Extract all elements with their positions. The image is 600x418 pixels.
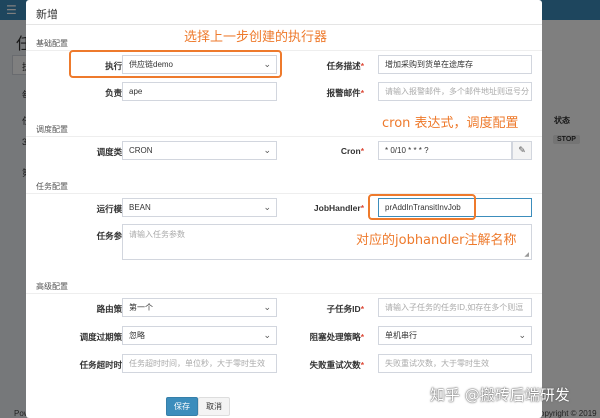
cron-label: Cron*	[340, 146, 364, 156]
section-advanced: 高级配置	[36, 282, 68, 291]
chevron-down-icon: ⌄	[518, 330, 526, 340]
jobhandler-highlight	[368, 194, 476, 220]
chevron-down-icon: ⌄	[263, 145, 271, 155]
fail-retry-input[interactable]: 失败重试次数，大于零时生效	[378, 354, 532, 373]
alarm-email-input[interactable]: 请输入报警邮件，多个邮件地址则逗号分	[378, 82, 532, 101]
save-button[interactable]: 保存	[166, 397, 198, 416]
schedule-type-select[interactable]: CRON ⌄	[122, 141, 277, 160]
chevron-down-icon: ⌄	[263, 202, 271, 212]
cron-annotation: cron 表达式，调度配置	[382, 116, 519, 131]
executor-highlight	[69, 50, 282, 78]
resize-handle-icon[interactable]: ◢	[524, 251, 529, 258]
cron-input[interactable]: * 0/10 * * * ?	[378, 141, 512, 160]
divider	[26, 136, 542, 137]
divider	[26, 24, 542, 25]
misfire-strategy-select[interactable]: 忽略 ⌄	[122, 326, 277, 345]
route-strategy-select[interactable]: 第一个 ⌄	[122, 298, 277, 317]
alarm-email-label: 报警邮件*	[326, 88, 364, 98]
job-desc-input[interactable]: 增加采购到货单在途库存	[378, 55, 532, 74]
run-mode-select[interactable]: BEAN ⌄	[122, 198, 277, 217]
section-schedule: 调度配置	[36, 125, 68, 134]
jobhandler-label: JobHandler*	[313, 203, 364, 213]
block-strategy-select[interactable]: 单机串行 ⌄	[378, 326, 532, 345]
fail-retry-label: 失败重试次数*	[309, 360, 364, 370]
child-job-id-label: 子任务ID*	[326, 304, 364, 314]
chevron-down-icon: ⌄	[263, 330, 271, 340]
job-desc-label: 任务描述*	[326, 61, 364, 71]
child-job-id-input[interactable]: 请输入子任务的任务ID,如存在多个则逗	[378, 298, 532, 317]
owner-input[interactable]: ape	[122, 82, 277, 101]
modal-title: 新增	[36, 9, 58, 21]
add-job-modal: 新增 基础配置 执行器* 供应链demo⌄ 任务描述* 增加采购到货单在途库存 …	[26, 0, 542, 418]
section-task: 任务配置	[36, 182, 68, 191]
edit-cron-button[interactable]: ✎	[512, 141, 532, 160]
edit-icon: ✎	[518, 145, 526, 155]
jobhandler-annotation: 对应的jobhandler注解名称	[356, 233, 517, 248]
chevron-down-icon: ⌄	[263, 302, 271, 312]
divider	[26, 293, 542, 294]
timeout-input[interactable]: 任务超时时间，单位秒，大于零时生效	[122, 354, 277, 373]
block-strategy-label: 阻塞处理策略*	[309, 332, 364, 342]
executor-annotation: 选择上一步创建的执行器	[184, 30, 328, 45]
cancel-button[interactable]: 取消	[198, 397, 230, 416]
watermark: 知乎 @搬砖后端研发	[430, 386, 570, 404]
section-basic: 基础配置	[36, 39, 68, 48]
